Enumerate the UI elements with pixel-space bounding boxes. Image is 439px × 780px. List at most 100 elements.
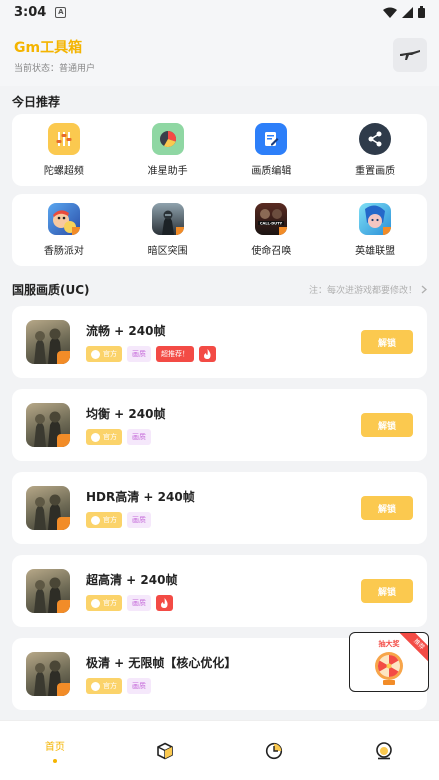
tag-quality: 画质 [127,429,151,445]
lucky-draw-widget[interactable]: 抽大奖 推荐 [349,632,429,692]
tool-label: 重置画质 [355,166,396,177]
tag-official: 官方 [86,429,122,445]
mode-card[interactable]: 均衡 + 240帧 官方 画质 解锁 [12,389,427,461]
chart-icon [266,742,283,759]
mode-tags: 官方 画质 [86,512,361,528]
badge-corner [57,351,70,364]
nav-home-label: 首页 [44,742,65,753]
edit-doc-icon [255,123,288,155]
coin-icon [91,515,100,525]
pubg-thumbnail [26,486,70,530]
pubg-thumbnail [26,569,70,613]
tag-official: 官方 [86,678,122,694]
app-title: Gm工具箱 [14,39,83,56]
mode-name: 超高清 + 240帧 [86,573,178,587]
tool-quality-editor[interactable]: 画质编辑 [220,123,324,177]
prize-wheel-icon [375,652,403,685]
widget-title: 抽大奖 [378,640,400,648]
bottom-nav: 首页 [0,720,439,780]
mode-info: 超高清 + 240帧 官方 画质 [86,571,361,611]
section-title: 国服画质(UC) [12,282,90,297]
mode-tags: 官方 画质 [86,429,361,445]
mode-card[interactable]: 超高清 + 240帧 官方 画质 解锁 [12,555,427,627]
wifi-icon [383,7,397,18]
tag-text: 官方 [103,599,117,607]
tag-quality: 画质 [127,678,151,694]
mode-info: HDR高清 + 240帧 官方 画质 [86,488,361,528]
unlock-button[interactable]: 解锁 [361,579,413,603]
tool-label: 画质编辑 [251,166,292,177]
status-time: 3:04 [14,4,47,20]
sliders-icon [47,123,80,155]
pie-icon [151,123,184,155]
tag-official: 官方 [86,595,122,611]
profile-icon [376,741,392,759]
mode-name: 流畅 + 240帧 [86,324,166,338]
tag-text: 官方 [103,682,117,690]
share-icon [359,123,392,155]
battery-icon [418,6,425,18]
mode-name: HDR高清 + 240帧 [86,490,195,504]
tool-crosshair-helper[interactable]: 准星助手 [116,123,220,177]
rifle-button[interactable] [393,38,427,72]
unlock-button[interactable]: 解锁 [361,413,413,437]
tool-label: 陀螺超频 [43,166,84,177]
header-text: Gm工具箱 当前状态：普通用户 [14,37,95,74]
nav-stats[interactable] [220,721,330,780]
badge-corner [57,434,70,447]
svg-text:CALL·DUTY: CALL·DUTY [260,221,283,225]
unlock-button[interactable]: 解锁 [361,330,413,354]
note-text: 注：每次进游戏都要修改！ [308,285,417,296]
mode-card[interactable]: HDR高清 + 240帧 官方 画质 解锁 [12,472,427,544]
chevron-right-icon [421,285,427,293]
pubg-thumbnail [26,403,70,447]
fire-icon [199,346,216,362]
tag-text: 官方 [103,516,117,524]
status-icons [383,6,425,18]
mode-info: 流畅 + 240帧 官方 画质 超推荐！ [86,322,361,362]
app-header: Gm工具箱 当前状态：普通用户 [0,24,439,86]
league-icon [359,203,392,235]
nav-profile[interactable] [329,721,439,780]
games-card: 香肠派对 暗区突围 CALL·DUTY 使命召唤 英雄联盟 [12,194,427,266]
tag-quality: 画质 [127,512,151,528]
quality-section-header: 国服画质(UC) 注：每次进游戏都要修改！ [0,272,439,306]
active-dot [52,759,57,763]
game-call-of-duty[interactable]: CALL·DUTY 使命召唤 [220,203,324,257]
mode-tags: 官方 画质 超推荐！ [86,346,361,362]
game-league-of-legends[interactable]: 英雄联盟 [323,203,427,257]
unlock-button[interactable]: 解锁 [361,496,413,520]
status-bar: 3:04 A [0,0,439,24]
tag-official: 官方 [86,512,122,528]
tag-quality: 画质 [127,595,151,611]
tool-label: 准星助手 [147,166,188,177]
fire-icon [156,595,173,611]
coin-icon [91,681,100,691]
user-status: 当前状态：普通用户 [14,63,96,74]
nav-home[interactable]: 首页 [0,721,110,780]
tool-reset-quality[interactable]: 重置画质 [323,123,427,177]
game-label: 香肠派对 [43,246,84,257]
sausage-party-icon [47,203,80,235]
mode-tags: 官方 画质 [86,595,361,611]
nav-box[interactable] [110,721,220,780]
tag-text: 官方 [103,350,117,358]
today-title: 今日推荐 [12,95,61,109]
section-note[interactable]: 注：每次进游戏都要修改！ [309,283,427,296]
tag-official: 官方 [86,346,122,362]
game-sausage-party[interactable]: 香肠派对 [12,203,116,257]
mode-card[interactable]: 流畅 + 240帧 官方 画质 超推荐！ 解锁 [12,306,427,378]
notification-icon: A [55,6,67,18]
mode-name: 均衡 + 240帧 [86,407,166,421]
tool-gyro-overclock[interactable]: 陀螺超频 [12,123,116,177]
mode-name: 极清 + 无限帧【核心优化】 [86,656,237,670]
badge-corner [57,600,70,613]
arena-breakout-icon [151,203,184,235]
game-arena-breakout[interactable]: 暗区突围 [116,203,220,257]
game-label: 暗区突围 [147,246,188,257]
tag-quality: 画质 [127,346,151,362]
game-label: 使命召唤 [251,246,292,257]
pubg-thumbnail [26,652,70,696]
mode-info: 均衡 + 240帧 官方 画质 [86,405,361,445]
badge-corner [57,683,70,696]
